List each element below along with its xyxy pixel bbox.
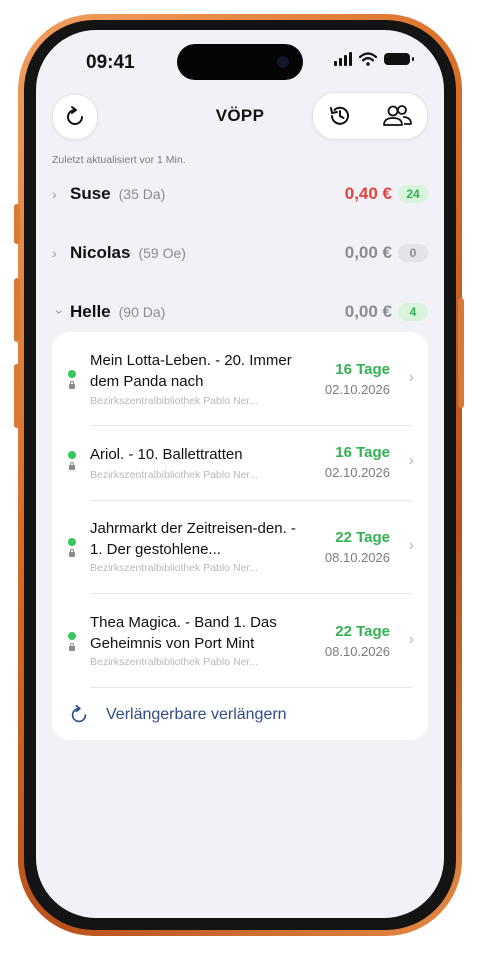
chevron-right-icon: › [52, 245, 57, 261]
loan-library: Bezirkszentralbibliothek Pablo Ner... [90, 656, 259, 668]
status-dot-icon [68, 370, 76, 378]
volume-up-button [14, 278, 20, 342]
chevron-right-icon: › [408, 537, 414, 554]
chevron-right-icon: › [408, 631, 414, 648]
cellular-signal-icon [334, 52, 352, 66]
account-group-suse[interactable]: › Suse (35 Da) 0,40 € 24 [52, 179, 428, 209]
account-name: Helle [70, 302, 111, 321]
loan-count-badge: 0 [398, 244, 428, 262]
loan-due-date: 08.10.2026 [324, 644, 390, 659]
loan-days-left: 16 Tage [335, 361, 390, 378]
lock-icon [69, 643, 75, 651]
chevron-right-icon: › [408, 369, 414, 386]
status-dot-icon [68, 632, 76, 640]
divider [90, 425, 412, 426]
history-icon[interactable] [327, 103, 353, 129]
loan-title: Mein Lotta-Leben. - 20. Immer dem Panda … [90, 352, 292, 390]
dynamic-island [177, 44, 303, 80]
account-library-code: (90 Da) [118, 304, 166, 320]
loan-due-date: 02.10.2026 [324, 465, 390, 480]
extend-all-button[interactable]: Verlängerbare verlängern [68, 704, 287, 726]
chevron-right-icon: › [52, 186, 57, 202]
camera-icon [277, 56, 289, 68]
account-fee: 0,00 € [344, 302, 392, 321]
account-group-nicolas[interactable]: › Nicolas (59 Oe) 0,00 € 0 [52, 238, 428, 268]
loan-count-badge: 4 [398, 303, 428, 321]
loan-library: Bezirkszentralbibliothek Pablo Ner... [90, 395, 259, 407]
status-time: 09:41 [86, 52, 135, 73]
account-name: Nicolas [70, 243, 131, 262]
account-fee: 0,40 € [344, 184, 392, 203]
loan-due-date: 02.10.2026 [324, 382, 390, 397]
lock-icon [69, 549, 75, 557]
loan-days-left: 22 Tage [335, 529, 390, 546]
chevron-right-icon: › [408, 452, 414, 469]
account-name: Suse [70, 184, 111, 203]
loan-item[interactable]: Jahrmarkt der Zeitreisen-den. - 1. Der g… [52, 518, 428, 596]
loan-due-date: 08.10.2026 [324, 550, 390, 565]
account-group-helle[interactable]: › Helle (90 Da) 0,00 € 4 [52, 297, 428, 327]
wifi-icon [359, 52, 377, 66]
divider [90, 593, 412, 594]
extend-all-label: Verlängerbare verlängern [106, 706, 287, 723]
loan-count-badge: 24 [398, 185, 428, 203]
chevron-down-icon: › [52, 309, 68, 315]
status-dot-icon [68, 451, 76, 459]
action-button [14, 204, 20, 244]
app-screen: 09:41 VÖPP Zuletzt aktualisiert vor 1 Mi… [36, 30, 444, 918]
loan-days-left: 16 Tage [335, 444, 390, 461]
loan-title: Thea Magica. - Band 1. Das Geheimnis von… [90, 614, 277, 652]
loan-library: Bezirkszentralbibliothek Pablo Ner... [90, 469, 259, 481]
divider [90, 500, 412, 501]
loan-item[interactable]: Thea Magica. - Band 1. Das Geheimnis von… [52, 612, 428, 690]
account-library-code: (59 Oe) [138, 245, 186, 261]
lock-icon [69, 381, 75, 389]
loan-days-left: 22 Tage [335, 623, 390, 640]
loans-card: Mein Lotta-Leben. - 20. Immer dem Panda … [52, 332, 428, 740]
accounts-icon[interactable] [381, 103, 413, 129]
lock-icon [69, 462, 75, 470]
loan-library: Bezirkszentralbibliothek Pablo Ner... [90, 562, 259, 574]
header-actions [312, 92, 428, 140]
loan-item[interactable]: Mein Lotta-Leben. - 20. Immer dem Panda … [52, 350, 428, 428]
divider [90, 687, 412, 688]
loan-item[interactable]: Ariol. - 10. Ballettratten Bezirkszentra… [52, 444, 428, 504]
volume-down-button [14, 364, 20, 428]
renew-icon [71, 705, 87, 723]
account-fee: 0,00 € [344, 243, 392, 262]
battery-icon [384, 53, 414, 65]
loan-title: Ariol. - 10. Ballettratten [90, 446, 243, 463]
status-icons [334, 52, 414, 66]
loan-title: Jahrmarkt der Zeitreisen-den. - 1. Der g… [90, 520, 296, 558]
account-library-code: (35 Da) [118, 186, 166, 202]
last-updated-text: Zuletzt aktualisiert vor 1 Min. [52, 154, 186, 166]
power-button [458, 298, 464, 408]
status-dot-icon [68, 538, 76, 546]
